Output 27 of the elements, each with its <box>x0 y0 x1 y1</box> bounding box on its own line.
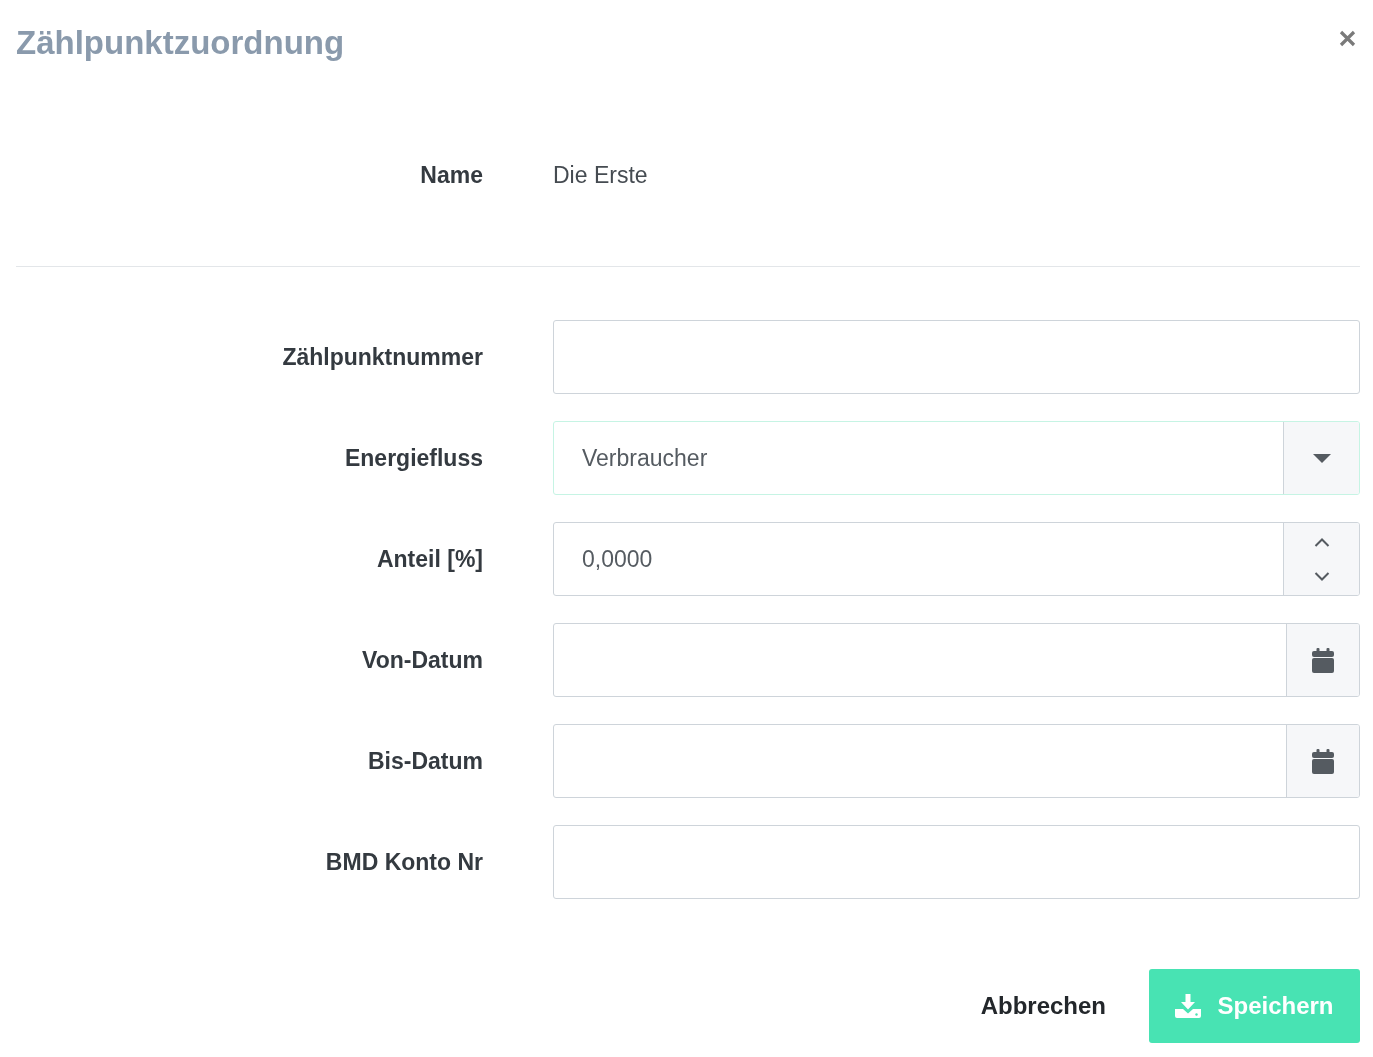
dialog-title: Zählpunktzuordnung <box>16 23 345 63</box>
chevron-down-icon <box>1313 571 1330 581</box>
cancel-button[interactable]: Abbrechen <box>958 969 1128 1043</box>
download-icon <box>1175 994 1202 1018</box>
text-input-field[interactable] <box>553 825 1360 899</box>
date-input-field[interactable] <box>553 724 1360 798</box>
name-value: Die Erste <box>553 161 649 189</box>
calendar-button[interactable] <box>1286 624 1359 696</box>
field-label: Bis-Datum <box>367 747 483 775</box>
chevron-up-icon <box>1313 537 1330 547</box>
number-input-field[interactable]: 0,0000 <box>553 522 1360 596</box>
dropdown-field[interactable]: Verbraucher <box>553 421 1360 495</box>
field-label: Von-Datum <box>361 646 483 674</box>
field-label: Zählpunktnummer <box>281 343 483 371</box>
calendar-icon <box>1312 647 1334 673</box>
calendar-button[interactable] <box>1286 725 1359 797</box>
calendar-icon <box>1312 748 1334 774</box>
dropdown-toggle-button[interactable] <box>1283 422 1359 494</box>
close-icon <box>1339 29 1356 47</box>
caret-down-icon <box>1312 453 1331 463</box>
field-label: Energiefluss <box>343 444 483 472</box>
close-button[interactable] <box>1339 29 1356 47</box>
field-label: BMD Konto Nr <box>324 848 483 876</box>
text-input-field[interactable] <box>553 320 1360 394</box>
field-label: Anteil [%] <box>375 545 483 573</box>
field-label: Name <box>419 161 483 189</box>
date-input-field[interactable] <box>553 623 1360 697</box>
